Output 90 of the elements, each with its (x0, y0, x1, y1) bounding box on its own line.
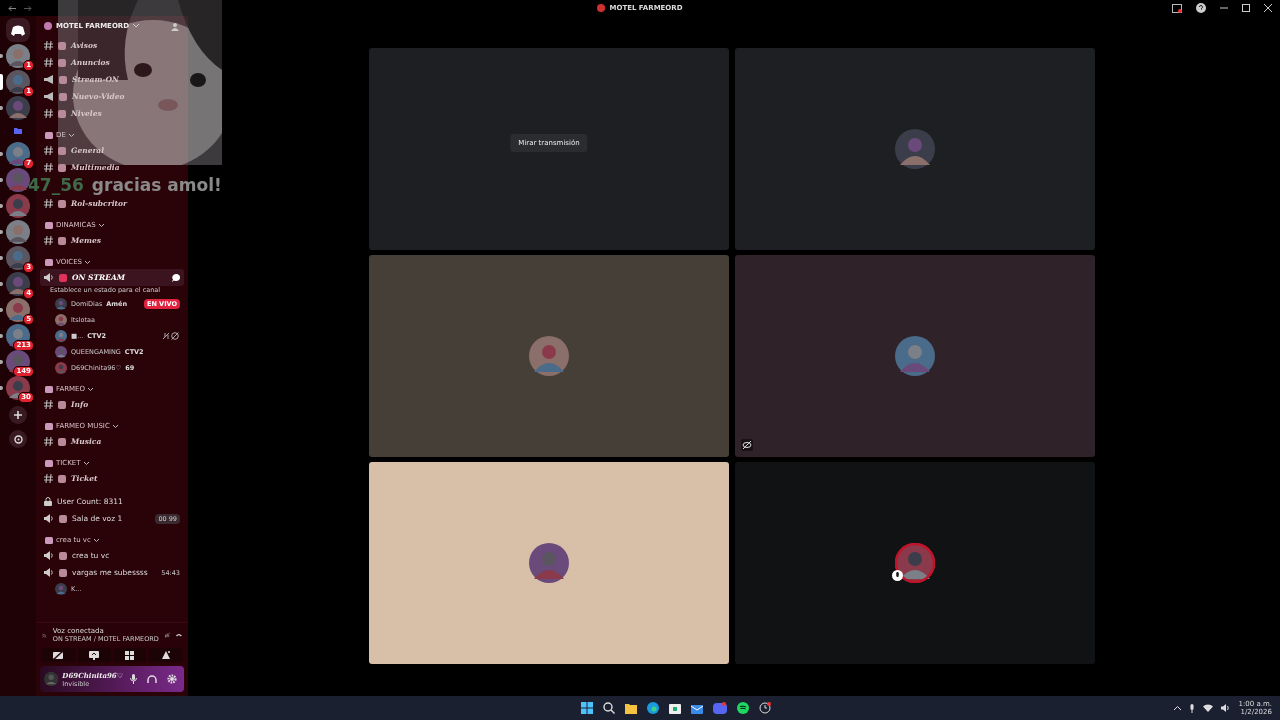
chevron-up-icon[interactable] (1174, 706, 1182, 710)
minimize-icon[interactable] (1220, 4, 1228, 12)
channel-emoji-icon (58, 437, 66, 446)
compass-icon (13, 434, 23, 444)
folder-icon (14, 128, 22, 134)
alert-message: gracias amol! (91, 176, 222, 195)
microphone-icon[interactable] (1189, 703, 1196, 713)
mail-icon[interactable] (691, 702, 704, 714)
hash-icon (44, 58, 53, 67)
chat-app-icon[interactable] (713, 702, 728, 714)
hash-icon (44, 109, 53, 118)
hash-icon (44, 163, 53, 172)
speaker-icon[interactable] (1221, 704, 1231, 712)
store-icon[interactable] (669, 702, 682, 714)
chevron-icon[interactable] (85, 260, 90, 264)
disconnect-icon[interactable] (176, 632, 182, 638)
chat-icon[interactable] (172, 273, 180, 282)
hash-icon (44, 236, 53, 245)
chevron-icon[interactable] (93, 538, 99, 542)
settings-button[interactable] (164, 673, 180, 685)
chevron-icon[interactable] (98, 223, 104, 227)
camera-off-icon (53, 650, 64, 660)
hash-icon (44, 400, 53, 409)
category-emoji-icon (45, 258, 53, 266)
maximize-icon[interactable] (1242, 4, 1250, 12)
hash-icon (44, 146, 53, 155)
video-tile[interactable] (735, 48, 1095, 250)
channel-emoji-icon (58, 199, 66, 208)
microphone-icon (130, 674, 137, 684)
video-tile[interactable] (735, 255, 1095, 457)
video-tile[interactable] (735, 462, 1095, 664)
screen-share-button[interactable] (77, 648, 111, 662)
plus-icon (14, 411, 22, 419)
chevron-icon[interactable] (83, 461, 89, 465)
back-icon[interactable] (8, 4, 17, 12)
hash-icon (44, 199, 53, 208)
settings-icon (167, 674, 177, 684)
headphones-button[interactable] (144, 673, 160, 685)
alert-user: 47_56 (28, 176, 84, 195)
home-button[interactable] (6, 18, 30, 42)
soundboard-button[interactable] (149, 648, 182, 662)
channel-emoji-icon (59, 273, 67, 282)
logo-icon (11, 24, 25, 36)
camera-off-button[interactable] (42, 648, 75, 662)
invite-icon[interactable] (171, 21, 180, 31)
speaker-icon (44, 514, 54, 523)
category-emoji-icon (45, 459, 53, 467)
noise-suppression-icon[interactable] (164, 630, 171, 640)
hash-icon (44, 41, 53, 50)
channel-emoji-icon (58, 236, 66, 245)
microphone-button[interactable] (127, 673, 140, 685)
headphones-icon (147, 674, 157, 684)
add-server-button[interactable] (9, 406, 27, 424)
video-tile[interactable] (369, 255, 729, 457)
hash-icon (44, 474, 53, 483)
speaker-icon (44, 273, 54, 282)
hidden-icon[interactable] (741, 439, 753, 451)
inbox-icon[interactable] (1172, 3, 1182, 13)
chevron-icon[interactable] (112, 424, 118, 428)
grid-icon (125, 650, 135, 660)
speaker-icon (44, 551, 54, 560)
chevron-icon[interactable] (88, 387, 93, 391)
browser-icon[interactable] (647, 702, 660, 714)
category-emoji-icon (45, 221, 53, 229)
speaker-icon (44, 568, 54, 577)
video-tile[interactable] (369, 462, 729, 664)
forward-icon[interactable] (23, 4, 32, 12)
screen-share-icon (89, 650, 100, 660)
channel-emoji-icon (58, 474, 66, 483)
server-icon (44, 22, 52, 30)
channel-emoji-icon (59, 514, 67, 523)
close-icon[interactable] (1264, 4, 1272, 12)
windows-start-icon[interactable] (581, 702, 594, 714)
activities-button[interactable] (113, 648, 147, 662)
folder-icon[interactable] (625, 702, 638, 714)
lock-icon (44, 497, 52, 506)
chevron-icon[interactable] (68, 133, 74, 137)
hash-icon (44, 437, 53, 446)
wifi-icon[interactable] (1203, 704, 1214, 712)
category-emoji-icon (45, 131, 53, 139)
music-app-icon[interactable] (737, 702, 750, 714)
search-icon[interactable] (603, 702, 616, 714)
category-emoji-icon (45, 536, 53, 544)
discover-button[interactable] (9, 430, 27, 448)
clock-app-icon[interactable] (759, 702, 772, 714)
channel-emoji-icon (58, 400, 66, 409)
server-icon (597, 4, 606, 12)
category-emoji-icon (45, 385, 53, 393)
help-icon[interactable] (1196, 3, 1206, 13)
category-emoji-icon (45, 422, 53, 430)
